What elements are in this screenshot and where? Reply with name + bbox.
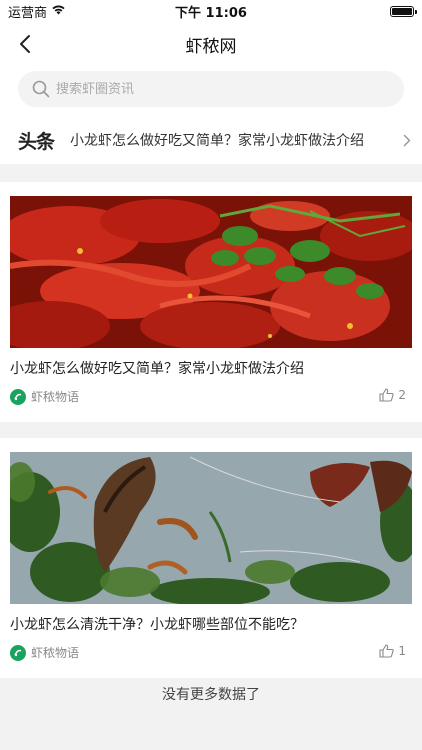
carrier-label: 运营商 <box>8 5 48 21</box>
status-bar: 运营商 下午 11:06 <box>0 0 422 22</box>
thumbs-up-icon <box>379 644 395 658</box>
author-name: 虾秾物语 <box>31 390 80 404</box>
headline-text[interactable]: 小龙虾怎么做好吃又简单？家常小龙虾做法介绍 <box>70 130 392 150</box>
article-author: 虾秾物语 <box>10 644 79 661</box>
search-section <box>0 66 422 116</box>
author-name: 虾秾物语 <box>31 646 80 660</box>
battery-icon <box>390 5 417 17</box>
article-card[interactable]: 小龙虾怎么清洗干净？小龙虾哪些部位不能吃？ 虾秾物语 1 <box>0 438 422 678</box>
back-button[interactable] <box>14 32 36 56</box>
article-image-crayfish-dish[interactable] <box>10 196 412 348</box>
chevron-right-icon[interactable] <box>392 134 422 147</box>
article-title[interactable]: 小龙虾怎么做好吃又简单？家常小龙虾做法介绍 <box>10 358 304 378</box>
author-avatar-icon <box>10 388 26 405</box>
author-avatar-icon <box>10 644 26 661</box>
nav-bar: 虾秾网 <box>0 22 422 66</box>
like-button[interactable]: 2 <box>379 388 406 402</box>
wifi-icon <box>51 4 66 19</box>
like-count: 2 <box>398 388 406 402</box>
article-title[interactable]: 小龙虾怎么清洗干净？小龙虾哪些部位不能吃？ <box>10 614 304 634</box>
article-card[interactable]: 小龙虾怎么做好吃又简单？家常小龙虾做法介绍 虾秾物语 2 <box>0 182 422 422</box>
article-author: 虾秾物语 <box>10 388 79 405</box>
chevron-left-icon <box>20 35 30 53</box>
page-title: 虾秾网 <box>185 36 237 57</box>
search-icon <box>32 80 50 98</box>
headline-logo: 头条 <box>18 130 55 153</box>
thumbs-up-icon <box>379 388 395 402</box>
headline-ticker[interactable]: 头条 小龙虾怎么做好吃又简单？家常小龙虾做法介绍 <box>0 116 422 164</box>
article-image-crayfish-water[interactable] <box>10 452 412 604</box>
like-count: 1 <box>398 644 406 658</box>
search-bar[interactable] <box>18 71 404 107</box>
no-more-data-label: 没有更多数据了 <box>162 687 260 703</box>
search-input[interactable] <box>56 81 404 97</box>
like-button[interactable]: 1 <box>379 644 406 658</box>
